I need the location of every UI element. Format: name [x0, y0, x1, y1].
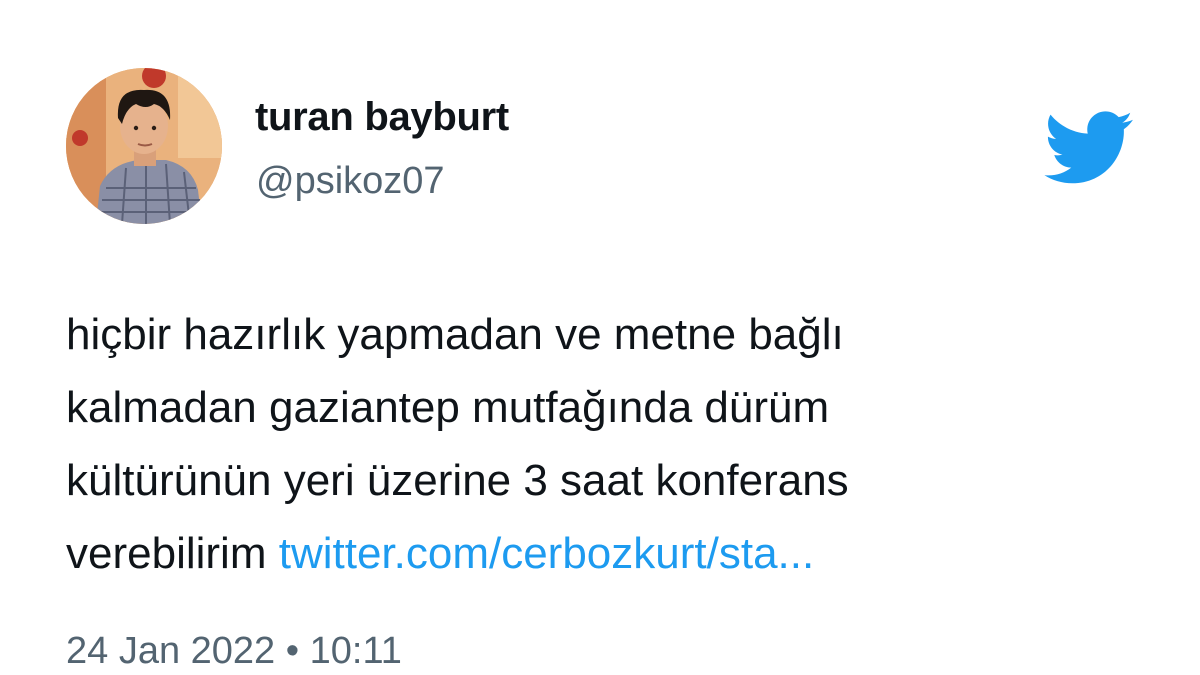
tweet-text-line-last: verebilirim twitter.com/cerbozkurt/sta..…	[66, 517, 1066, 590]
author-display-name[interactable]: turan bayburt	[255, 95, 509, 140]
twitter-bird-icon[interactable]	[1044, 111, 1134, 186]
tweet-text-line: hiçbir hazırlık yapmadan ve metne bağlı	[66, 310, 844, 359]
tweet-timestamp[interactable]: 24 Jan 2022 • 10:11	[66, 630, 402, 673]
tweet-link[interactable]: twitter.com/cerbozkurt/sta...	[279, 529, 815, 578]
tweet-text-line: kültürünün yeri üzerine 3 saat konferans	[66, 456, 849, 505]
tweet-date: 24 Jan 2022	[66, 630, 276, 672]
author-handle[interactable]: @psikoz07	[256, 160, 445, 203]
avatar[interactable]	[66, 68, 222, 224]
avatar-image	[66, 68, 222, 224]
tweet-text-line: verebilirim	[66, 529, 267, 578]
tweet-text: hiçbir hazırlık yapmadan ve metne bağlı …	[66, 298, 1066, 590]
tweet-time: 10:11	[309, 630, 402, 672]
tweet-text-line: kalmadan gaziantep mutfağında dürüm	[66, 383, 830, 432]
meta-separator: •	[285, 630, 300, 672]
tweet-card: turan bayburt @psikoz07 hiçbir hazırlık …	[0, 0, 1200, 675]
